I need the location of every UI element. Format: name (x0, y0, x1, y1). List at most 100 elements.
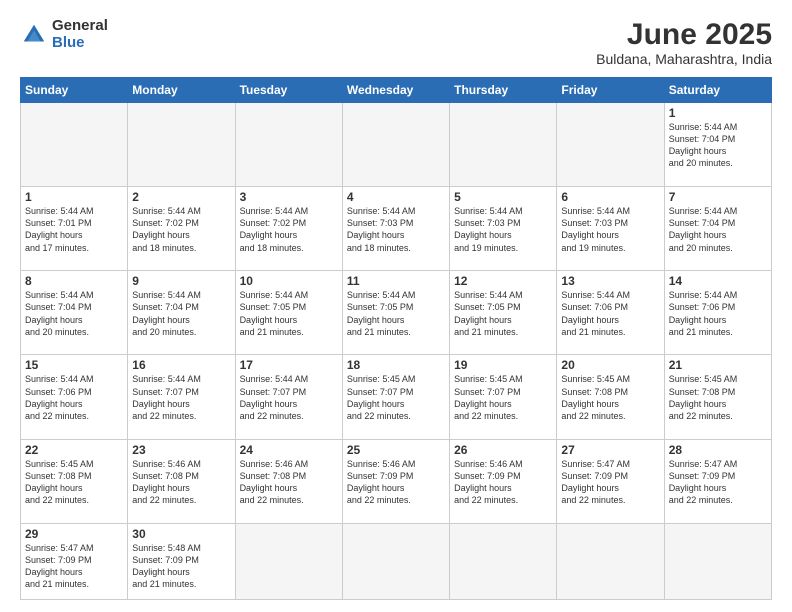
logo-general-label: General (52, 18, 108, 35)
week-row-0: 1 Sunrise: 5:44 AM Sunset: 7:04 PM Dayli… (21, 103, 772, 187)
week-row-4: 22 Sunrise: 5:45 AM Sunset: 7:08 PM Dayl… (21, 439, 772, 523)
day-number: 21 (669, 358, 767, 372)
day-number: 13 (561, 274, 659, 288)
day-number: 15 (25, 358, 123, 372)
day-number: 5 (454, 190, 552, 204)
logo-blue-label: Blue (52, 35, 108, 52)
day-cell: 6 Sunrise: 5:44 AM Sunset: 7:03 PM Dayli… (557, 187, 664, 271)
day-number: 1 (25, 190, 123, 204)
day-number: 12 (454, 274, 552, 288)
header: General Blue June 2025 Buldana, Maharash… (20, 18, 772, 67)
day-cell: 11 Sunrise: 5:44 AM Sunset: 7:05 PM Dayl… (342, 271, 449, 355)
week-row-5: 29 Sunrise: 5:47 AM Sunset: 7:09 PM Dayl… (21, 523, 772, 599)
week-row-3: 15 Sunrise: 5:44 AM Sunset: 7:06 PM Dayl… (21, 355, 772, 439)
day-info: Sunrise: 5:45 AM Sunset: 7:08 PM Dayligh… (25, 458, 123, 507)
day-cell: 18 Sunrise: 5:45 AM Sunset: 7:07 PM Dayl… (342, 355, 449, 439)
day-cell: 26 Sunrise: 5:46 AM Sunset: 7:09 PM Dayl… (450, 439, 557, 523)
day-number: 7 (669, 190, 767, 204)
day-number: 14 (669, 274, 767, 288)
col-wednesday: Wednesday (342, 78, 449, 103)
day-info: Sunrise: 5:47 AM Sunset: 7:09 PM Dayligh… (669, 458, 767, 507)
col-sunday: Sunday (21, 78, 128, 103)
day-cell (21, 103, 128, 187)
day-info: Sunrise: 5:46 AM Sunset: 7:09 PM Dayligh… (454, 458, 552, 507)
day-info: Sunrise: 5:44 AM Sunset: 7:05 PM Dayligh… (454, 289, 552, 338)
day-cell (128, 103, 235, 187)
day-cell: 7 Sunrise: 5:44 AM Sunset: 7:04 PM Dayli… (664, 187, 771, 271)
day-info: Sunrise: 5:44 AM Sunset: 7:06 PM Dayligh… (669, 289, 767, 338)
day-info: Sunrise: 5:44 AM Sunset: 7:05 PM Dayligh… (240, 289, 338, 338)
day-cell: 10 Sunrise: 5:44 AM Sunset: 7:05 PM Dayl… (235, 271, 342, 355)
day-cell (342, 103, 449, 187)
day-info: Sunrise: 5:45 AM Sunset: 7:08 PM Dayligh… (669, 373, 767, 422)
day-info: Sunrise: 5:47 AM Sunset: 7:09 PM Dayligh… (561, 458, 659, 507)
day-number: 29 (25, 527, 123, 541)
day-number: 20 (561, 358, 659, 372)
day-info: Sunrise: 5:44 AM Sunset: 7:04 PM Dayligh… (25, 289, 123, 338)
col-friday: Friday (557, 78, 664, 103)
day-info: Sunrise: 5:44 AM Sunset: 7:03 PM Dayligh… (454, 205, 552, 254)
day-info: Sunrise: 5:44 AM Sunset: 7:07 PM Dayligh… (240, 373, 338, 422)
day-cell: 8 Sunrise: 5:44 AM Sunset: 7:04 PM Dayli… (21, 271, 128, 355)
day-info: Sunrise: 5:44 AM Sunset: 7:07 PM Dayligh… (132, 373, 230, 422)
day-info: Sunrise: 5:44 AM Sunset: 7:04 PM Dayligh… (669, 121, 767, 170)
page: General Blue June 2025 Buldana, Maharash… (0, 0, 792, 612)
day-number: 1 (669, 106, 767, 120)
day-cell (450, 103, 557, 187)
day-info: Sunrise: 5:44 AM Sunset: 7:04 PM Dayligh… (669, 205, 767, 254)
day-cell: 25 Sunrise: 5:46 AM Sunset: 7:09 PM Dayl… (342, 439, 449, 523)
day-cell: 29 Sunrise: 5:47 AM Sunset: 7:09 PM Dayl… (21, 523, 128, 599)
col-tuesday: Tuesday (235, 78, 342, 103)
location: Buldana, Maharashtra, India (596, 51, 772, 67)
col-saturday: Saturday (664, 78, 771, 103)
day-number: 19 (454, 358, 552, 372)
day-info: Sunrise: 5:44 AM Sunset: 7:06 PM Dayligh… (561, 289, 659, 338)
col-monday: Monday (128, 78, 235, 103)
day-info: Sunrise: 5:45 AM Sunset: 7:08 PM Dayligh… (561, 373, 659, 422)
day-number: 17 (240, 358, 338, 372)
day-cell (450, 523, 557, 599)
logo-text: General Blue (52, 18, 108, 51)
day-number: 4 (347, 190, 445, 204)
day-cell: 1 Sunrise: 5:44 AM Sunset: 7:04 PM Dayli… (664, 103, 771, 187)
day-cell (235, 103, 342, 187)
day-number: 27 (561, 443, 659, 457)
day-number: 18 (347, 358, 445, 372)
day-info: Sunrise: 5:46 AM Sunset: 7:08 PM Dayligh… (240, 458, 338, 507)
day-cell: 22 Sunrise: 5:45 AM Sunset: 7:08 PM Dayl… (21, 439, 128, 523)
day-number: 23 (132, 443, 230, 457)
logo: General Blue (20, 18, 108, 51)
day-cell: 24 Sunrise: 5:46 AM Sunset: 7:08 PM Dayl… (235, 439, 342, 523)
week-row-1: 1 Sunrise: 5:44 AM Sunset: 7:01 PM Dayli… (21, 187, 772, 271)
day-number: 10 (240, 274, 338, 288)
day-cell: 19 Sunrise: 5:45 AM Sunset: 7:07 PM Dayl… (450, 355, 557, 439)
day-cell: 14 Sunrise: 5:44 AM Sunset: 7:06 PM Dayl… (664, 271, 771, 355)
day-cell: 9 Sunrise: 5:44 AM Sunset: 7:04 PM Dayli… (128, 271, 235, 355)
day-number: 22 (25, 443, 123, 457)
day-info: Sunrise: 5:44 AM Sunset: 7:06 PM Dayligh… (25, 373, 123, 422)
day-number: 16 (132, 358, 230, 372)
day-cell: 23 Sunrise: 5:46 AM Sunset: 7:08 PM Dayl… (128, 439, 235, 523)
calendar-table: Sunday Monday Tuesday Wednesday Thursday… (20, 77, 772, 600)
day-cell: 3 Sunrise: 5:44 AM Sunset: 7:02 PM Dayli… (235, 187, 342, 271)
day-cell (557, 523, 664, 599)
day-info: Sunrise: 5:45 AM Sunset: 7:07 PM Dayligh… (454, 373, 552, 422)
day-number: 25 (347, 443, 445, 457)
day-info: Sunrise: 5:44 AM Sunset: 7:02 PM Dayligh… (132, 205, 230, 254)
day-cell (664, 523, 771, 599)
month-year: June 2025 (596, 18, 772, 51)
day-info: Sunrise: 5:48 AM Sunset: 7:09 PM Dayligh… (132, 542, 230, 591)
day-info: Sunrise: 5:44 AM Sunset: 7:03 PM Dayligh… (561, 205, 659, 254)
day-cell: 20 Sunrise: 5:45 AM Sunset: 7:08 PM Dayl… (557, 355, 664, 439)
day-cell: 21 Sunrise: 5:45 AM Sunset: 7:08 PM Dayl… (664, 355, 771, 439)
day-cell (235, 523, 342, 599)
logo-icon (20, 21, 48, 49)
day-info: Sunrise: 5:47 AM Sunset: 7:09 PM Dayligh… (25, 542, 123, 591)
day-number: 6 (561, 190, 659, 204)
day-cell: 13 Sunrise: 5:44 AM Sunset: 7:06 PM Dayl… (557, 271, 664, 355)
day-number: 30 (132, 527, 230, 541)
day-cell: 27 Sunrise: 5:47 AM Sunset: 7:09 PM Dayl… (557, 439, 664, 523)
day-cell: 12 Sunrise: 5:44 AM Sunset: 7:05 PM Dayl… (450, 271, 557, 355)
day-cell: 5 Sunrise: 5:44 AM Sunset: 7:03 PM Dayli… (450, 187, 557, 271)
day-number: 26 (454, 443, 552, 457)
